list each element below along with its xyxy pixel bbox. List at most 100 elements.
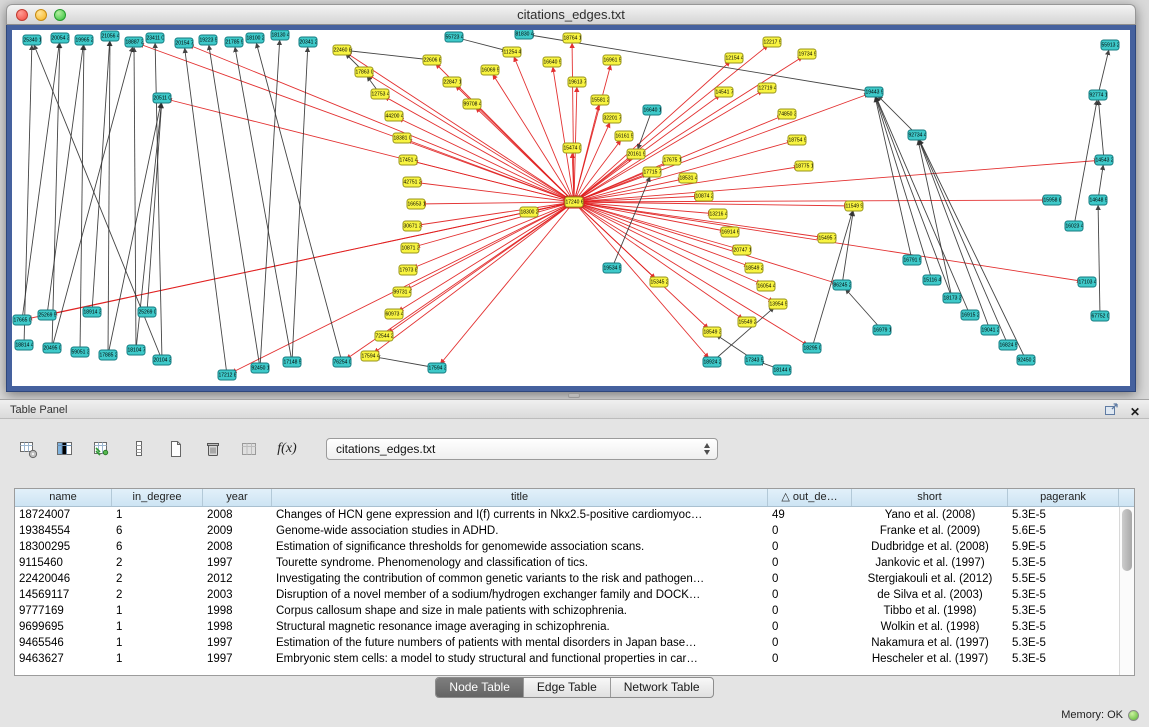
table-selector-dropdown[interactable]: citations_edges.txt: [326, 438, 718, 460]
graph-node[interactable]: 17212 8: [218, 370, 237, 381]
table-row[interactable]: 2242004622012Investigating the contribut…: [15, 571, 1119, 587]
graph-node[interactable]: 18764 1: [563, 33, 582, 44]
graph-node[interactable]: 19734 9: [798, 49, 817, 60]
table-row[interactable]: 911546021997Tourette syndrome. Phenomeno…: [15, 555, 1119, 571]
graph-node[interactable]: 16979 1: [873, 325, 892, 336]
graph-node[interactable]: 15958 8: [1043, 195, 1062, 206]
tab-node-table[interactable]: Node Table: [436, 678, 524, 697]
graph-node[interactable]: 16023 4: [1065, 221, 1084, 232]
graph-node[interactable]: 19223 5: [199, 35, 218, 46]
graph-node[interactable]: 18887 3: [125, 37, 144, 48]
graph-node[interactable]: 92450 1: [251, 363, 270, 374]
column-header[interactable]: title: [272, 489, 768, 506]
scrollbar-thumb[interactable]: [1122, 509, 1132, 571]
import-disabled-button[interactable]: [236, 436, 264, 462]
graph-node[interactable]: 17451 4: [399, 155, 418, 166]
network-canvas[interactable]: 17240 622460 817863 012753 444200 418381…: [12, 30, 1130, 386]
graph-node[interactable]: 92734 4: [908, 130, 927, 141]
zoom-window-button[interactable]: [54, 9, 66, 21]
graph-node[interactable]: 18100 2: [246, 33, 265, 44]
graph-node[interactable]: 12753 4: [371, 89, 390, 100]
graph-node[interactable]: 20161 9: [627, 149, 646, 160]
graph-node[interactable]: 22606 8: [423, 55, 442, 66]
graph-node[interactable]: 19534 5: [603, 263, 622, 274]
graph-node[interactable]: 16824 5: [999, 340, 1018, 351]
graph-node[interactable]: 13954 5: [769, 299, 788, 310]
graph-node[interactable]: 14543 2: [1095, 155, 1114, 166]
graph-node[interactable]: 22847 1: [443, 77, 462, 88]
graph-node[interactable]: 60973 4: [385, 309, 404, 320]
tab-network-table[interactable]: Network Table: [611, 678, 713, 697]
graph-node[interactable]: 19443 9: [865, 87, 884, 98]
minimize-window-button[interactable]: [35, 9, 47, 21]
graph-node[interactable]: 18531 4: [679, 173, 698, 184]
graph-node[interactable]: 16640 1: [643, 105, 662, 116]
graph-node[interactable]: 16653 1: [407, 199, 426, 210]
graph-node[interactable]: 17715 7: [643, 167, 662, 178]
graph-node[interactable]: 15549 2: [738, 317, 757, 328]
column-header[interactable]: in_degree: [112, 489, 203, 506]
graph-node[interactable]: 18381 0: [393, 133, 412, 144]
graph-node[interactable]: 19965 2: [75, 35, 94, 46]
new-column-button[interactable]: [162, 436, 190, 462]
graph-node[interactable]: 72544 2: [375, 331, 394, 342]
graph-node[interactable]: 81830 4: [515, 30, 534, 40]
graph-node[interactable]: 13216 4: [709, 209, 728, 220]
graph-node[interactable]: 17594 3: [428, 363, 447, 374]
table-scrollbar[interactable]: [1119, 507, 1134, 675]
column-header[interactable]: △ out_de…: [768, 489, 852, 506]
graph-node[interactable]: 14541 7: [715, 87, 734, 98]
close-panel-icon[interactable]: ✕: [1130, 405, 1140, 419]
graph-node[interactable]: 15495 7: [818, 233, 837, 244]
graph-node[interactable]: 20154 7: [175, 38, 194, 49]
table-row[interactable]: 969969511998Structural magnetic resonanc…: [15, 619, 1119, 635]
graph-node[interactable]: 21785 9: [225, 37, 244, 48]
graph-node[interactable]: 15345 2: [650, 277, 669, 288]
graph-node[interactable]: 10871 3: [401, 243, 420, 254]
graph-node[interactable]: 16915 2: [961, 310, 980, 321]
graph-node[interactable]: 59051 3: [71, 347, 90, 358]
graph-node[interactable]: 19041 2: [981, 325, 1000, 336]
graph-node[interactable]: 32201 7: [603, 113, 622, 124]
table-row[interactable]: 1830029562008Estimation of significance …: [15, 539, 1119, 555]
window-titlebar[interactable]: citations_edges.txt: [6, 4, 1136, 25]
graph-node[interactable]: 18754 9: [788, 135, 807, 146]
graph-node[interactable]: 23411 0: [146, 33, 165, 44]
graph-node[interactable]: 42751 2: [403, 177, 422, 188]
graph-node[interactable]: 10874 2: [695, 191, 714, 202]
graph-node[interactable]: 11549 9: [845, 201, 864, 212]
graph-node[interactable]: 25269 5: [38, 310, 57, 321]
graph-node[interactable]: 17665 0: [13, 315, 32, 326]
graph-node[interactable]: 18130 4: [271, 30, 290, 41]
graph-node[interactable]: 25269 0: [138, 307, 157, 318]
column-header[interactable]: short: [852, 489, 1008, 506]
graph-node[interactable]: 20104 3: [153, 355, 172, 366]
graph-node[interactable]: 16054 4: [757, 281, 776, 292]
graph-node[interactable]: 20511 0: [153, 93, 172, 104]
table-row[interactable]: 1872400712008Changes of HCN gene express…: [15, 507, 1119, 523]
graph-node[interactable]: 21056 4: [101, 31, 120, 42]
table-row[interactable]: 946554611997Estimation of the future num…: [15, 635, 1119, 651]
graph-node[interactable]: 16791 9: [903, 255, 922, 266]
tab-edge-table[interactable]: Edge Table: [524, 678, 611, 697]
graph-node[interactable]: 18104 7: [127, 345, 146, 356]
graph-node[interactable]: 18914 3: [83, 307, 102, 318]
graph-node[interactable]: 20747 1: [733, 245, 752, 256]
graph-node[interactable]: 99731 4: [393, 287, 412, 298]
close-window-button[interactable]: [16, 9, 28, 21]
graph-node[interactable]: 86245 2: [833, 280, 852, 291]
graph-node[interactable]: 18775 1: [795, 161, 814, 172]
graph-node[interactable]: 16914 6: [721, 227, 740, 238]
graph-node[interactable]: 18173 3: [943, 293, 962, 304]
graph-node[interactable]: 11254 4: [503, 47, 522, 58]
graph-node[interactable]: 18814 4: [15, 340, 34, 351]
graph-node[interactable]: 19613 7: [568, 77, 587, 88]
graph-node[interactable]: 20341 2: [299, 37, 318, 48]
graph-node[interactable]: 17885 2: [99, 350, 118, 361]
graph-node[interactable]: 16961 5: [603, 55, 622, 66]
graph-node[interactable]: 22460 8: [333, 45, 352, 56]
table-row[interactable]: 977716911998Corpus callosum shape and si…: [15, 603, 1119, 619]
graph-node[interactable]: 15474 0: [563, 143, 582, 154]
graph-node[interactable]: 16640 9: [543, 57, 562, 68]
function-builder-button[interactable]: f(x): [273, 436, 301, 462]
